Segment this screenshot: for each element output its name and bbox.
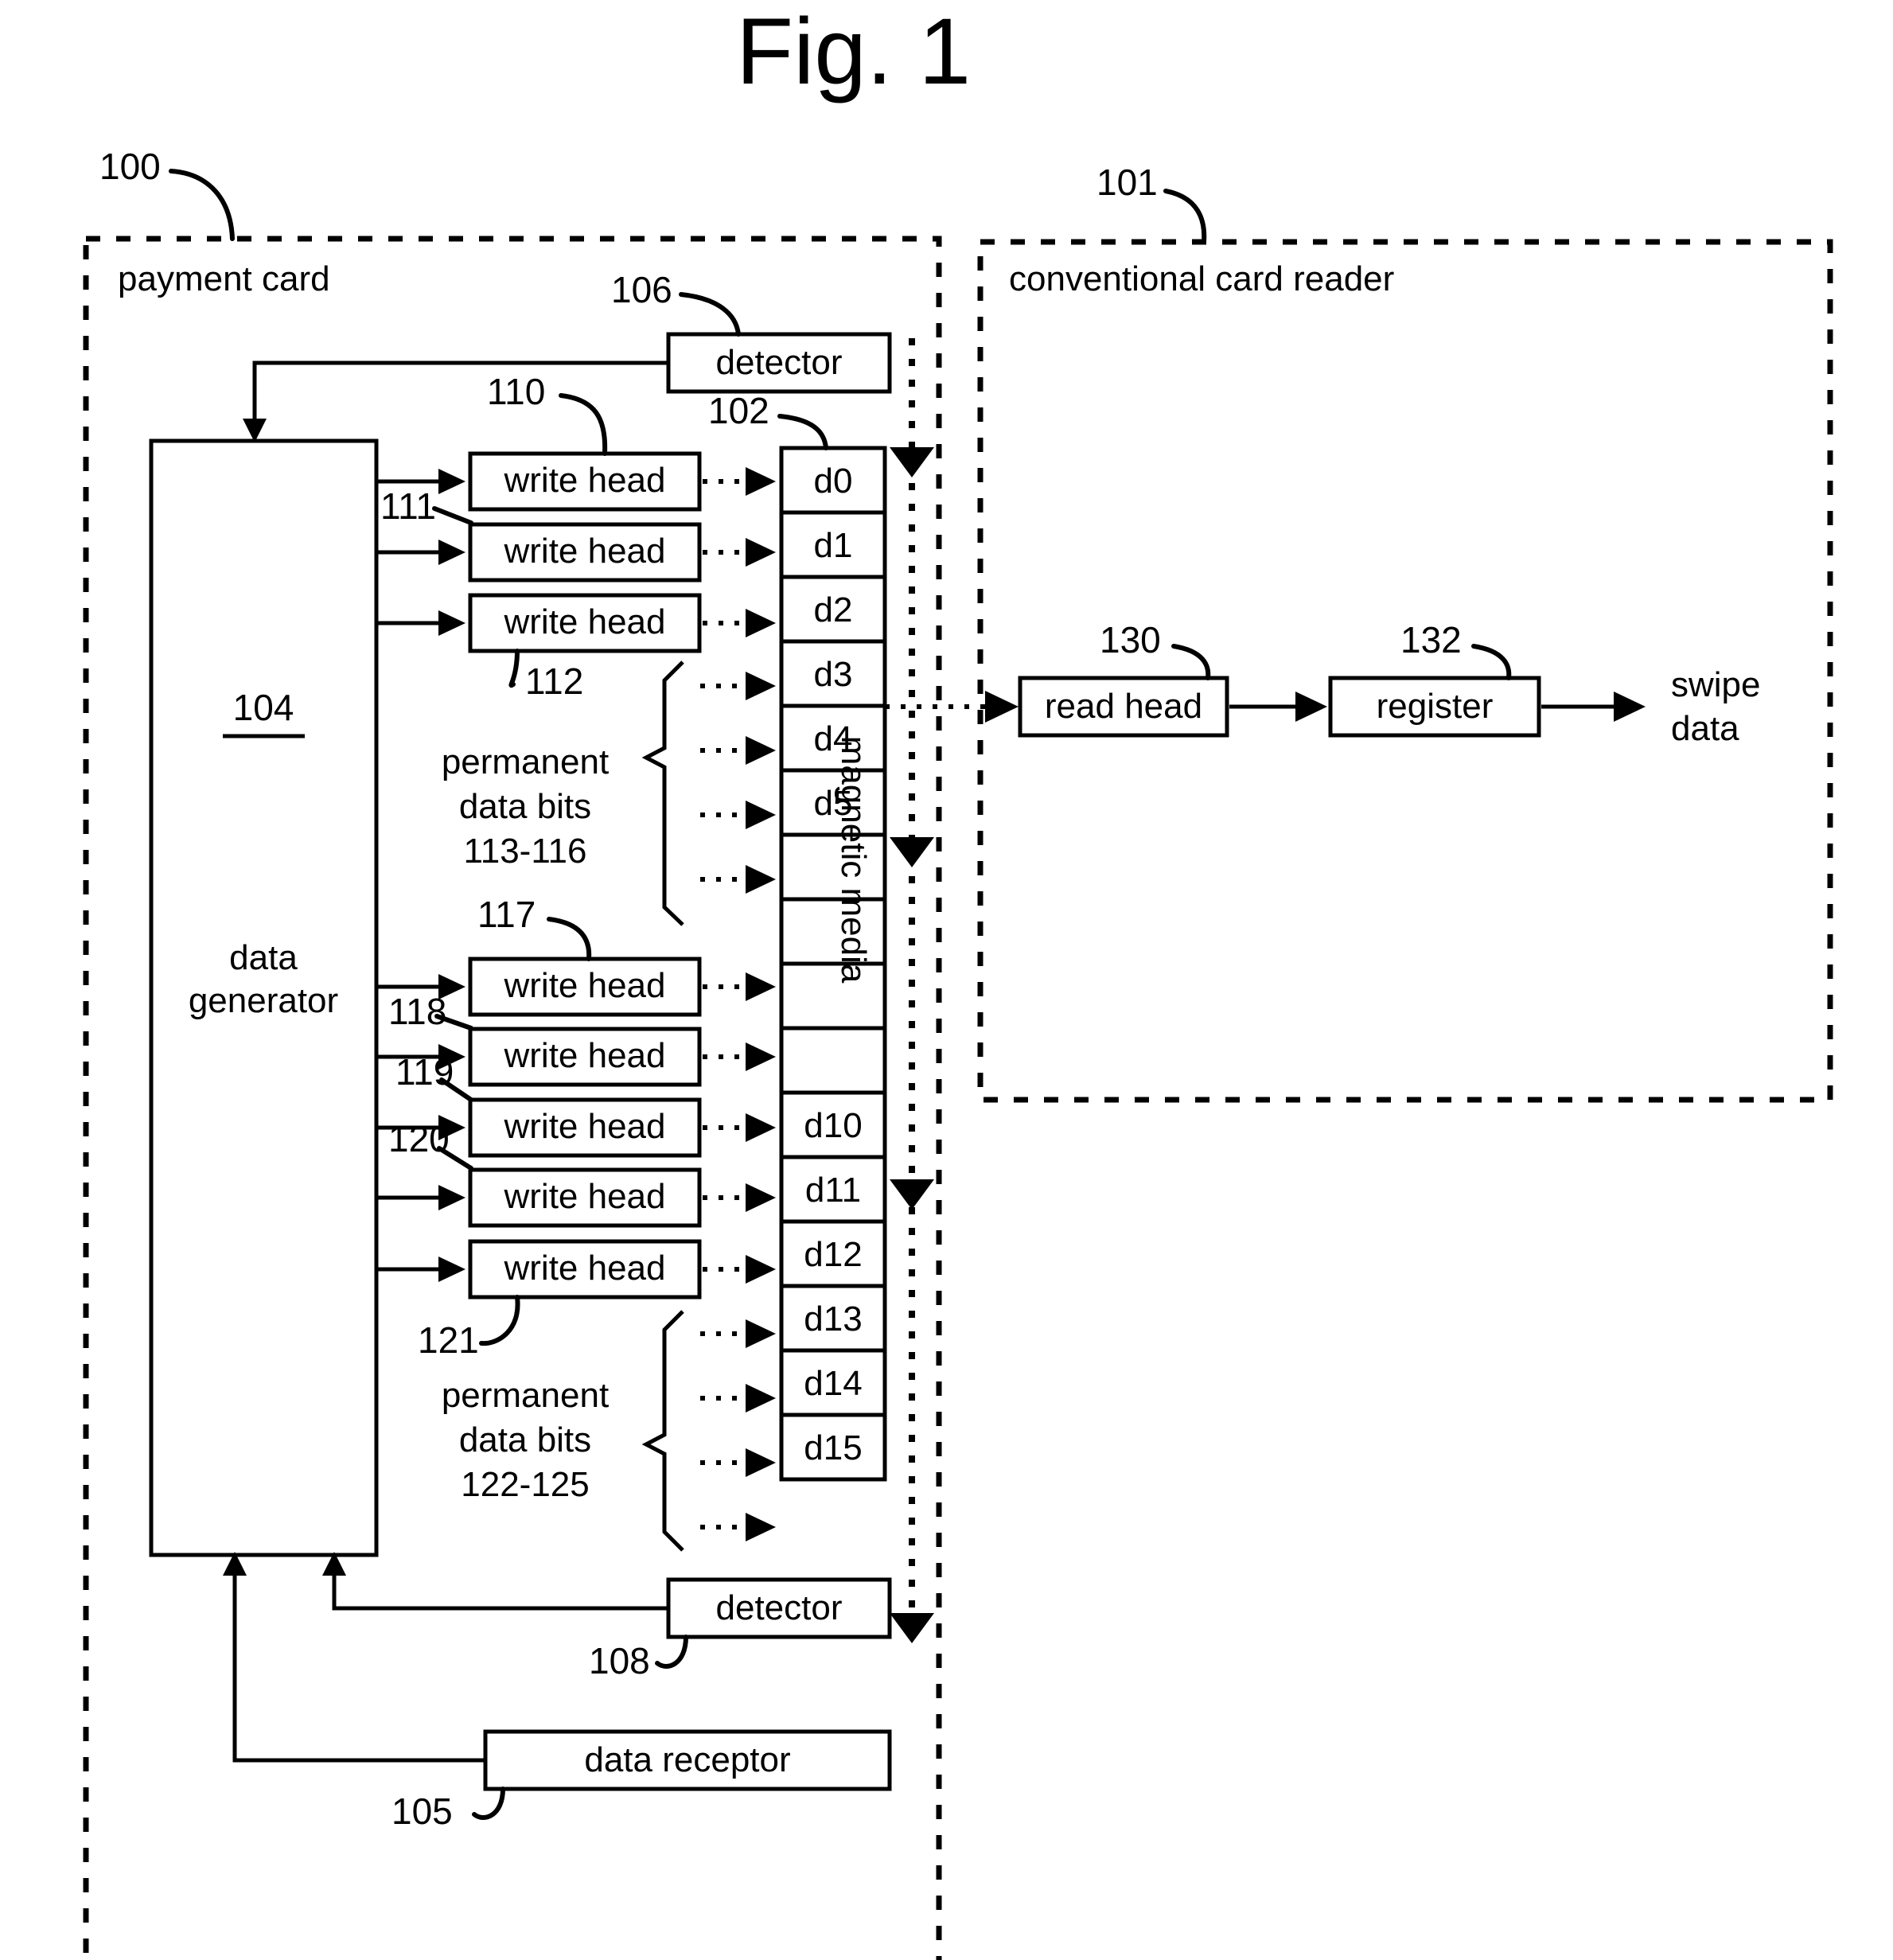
swipe-arrow-1 <box>890 447 934 477</box>
cell-d14: d14 <box>804 1364 862 1403</box>
brace-122-125 <box>641 1310 684 1552</box>
media-to-readhead-arrow <box>885 691 1019 723</box>
permanent-bits-1-line3: 113-116 <box>464 832 587 871</box>
cell-d15: d15 <box>804 1428 862 1467</box>
readhead-register-arrow <box>1295 692 1327 722</box>
brace-113-116 <box>641 660 684 926</box>
cell-d10: d10 <box>804 1106 862 1145</box>
permanent-bits-1-line1: permanent <box>442 742 609 781</box>
ref-118: 118 <box>388 991 446 1032</box>
ref-104: 104 <box>233 687 294 728</box>
data-receptor-label: data receptor <box>584 1740 790 1779</box>
ref-121: 121 <box>418 1319 479 1361</box>
patent-figure-1: Fig. 1 payment card 100 conventional car… <box>83 0 1833 1960</box>
leader-112 <box>508 649 520 688</box>
ref-108: 108 <box>589 1640 650 1681</box>
leader-130 <box>1171 644 1211 680</box>
leader-105 <box>472 1787 505 1820</box>
read-head-label: read head <box>1045 687 1202 726</box>
leader-106 <box>679 292 741 337</box>
card-reader-label: conventional card reader <box>1009 259 1394 298</box>
leader-101 <box>1163 189 1207 244</box>
ref-111: 111 <box>380 485 436 527</box>
write-head-118-label: write head <box>503 1036 665 1075</box>
cell-d11: d11 <box>805 1171 861 1210</box>
leader-117 <box>547 917 592 961</box>
permanent-bits-122-125: permanent data bits 122-125 <box>442 1310 776 1552</box>
ref-101: 101 <box>1096 162 1158 203</box>
leader-111 <box>432 506 473 525</box>
swipe-arrow-4 <box>890 1613 934 1643</box>
leader-110 <box>559 393 608 456</box>
ref-102: 102 <box>708 390 769 431</box>
swipe-data-line2: data <box>1671 709 1739 748</box>
ref-100: 100 <box>99 146 161 187</box>
leader-102 <box>777 414 828 450</box>
permanent-bits-2-line1: permanent <box>442 1376 609 1415</box>
detector-top-feedback-line <box>252 360 668 430</box>
write-head-120-label: write head <box>503 1177 665 1216</box>
write-head-121-label: write head <box>503 1249 665 1288</box>
permanent-bits-2-line2: data bits <box>459 1420 591 1459</box>
cell-d1: d1 <box>814 526 853 565</box>
data-receptor-line <box>232 1572 485 1763</box>
swipe-data-line1: swipe <box>1671 665 1761 704</box>
leader-108 <box>655 1635 688 1669</box>
permanent-bits-2-line3: 122-125 <box>461 1465 589 1504</box>
detector-bottom-line <box>332 1572 668 1611</box>
swipe-arrow-2 <box>890 837 934 867</box>
ref-132: 132 <box>1400 619 1462 660</box>
leader-100 <box>169 169 235 241</box>
register-output-arrow <box>1614 692 1646 722</box>
cell-d12: d12 <box>804 1235 862 1274</box>
figure-title: Fig. 1 <box>736 0 971 104</box>
swipe-arrow-3 <box>890 1179 934 1210</box>
leader-132 <box>1471 644 1512 680</box>
data-generator-label-line1: data <box>229 938 298 977</box>
write-head-112-label: write head <box>503 602 665 641</box>
ref-117: 117 <box>477 894 536 935</box>
write-head-110-label: write head <box>503 461 665 500</box>
swipe-path <box>890 338 934 1643</box>
detector-top-label: detector <box>716 343 843 382</box>
write-head-111-label: write head <box>503 532 665 571</box>
ref-112: 112 <box>525 660 583 702</box>
ref-110: 110 <box>487 371 545 412</box>
ref-105: 105 <box>391 1790 453 1832</box>
leader-121 <box>479 1295 520 1346</box>
ref-130: 130 <box>1100 619 1161 660</box>
detector-bottom-label: detector <box>716 1588 843 1627</box>
generator-to-writehead-arrows <box>376 469 465 1282</box>
register-label: register <box>1377 687 1494 726</box>
cell-d2: d2 <box>814 590 853 629</box>
payment-card-label: payment card <box>118 259 330 298</box>
magnetic-media-vertical-label: magnetic media <box>834 736 873 984</box>
ref-106: 106 <box>611 269 672 310</box>
write-head-117-label: write head <box>503 966 665 1005</box>
permanent-bits-113-116: permanent data bits 113-116 <box>442 660 776 926</box>
data-generator-label-line2: generator <box>189 981 338 1020</box>
write-head-119-label: write head <box>503 1107 665 1146</box>
cell-d3: d3 <box>814 655 853 694</box>
cell-d13: d13 <box>804 1300 862 1338</box>
cell-d0: d0 <box>814 462 853 501</box>
permanent-bits-1-line2: data bits <box>459 787 591 826</box>
